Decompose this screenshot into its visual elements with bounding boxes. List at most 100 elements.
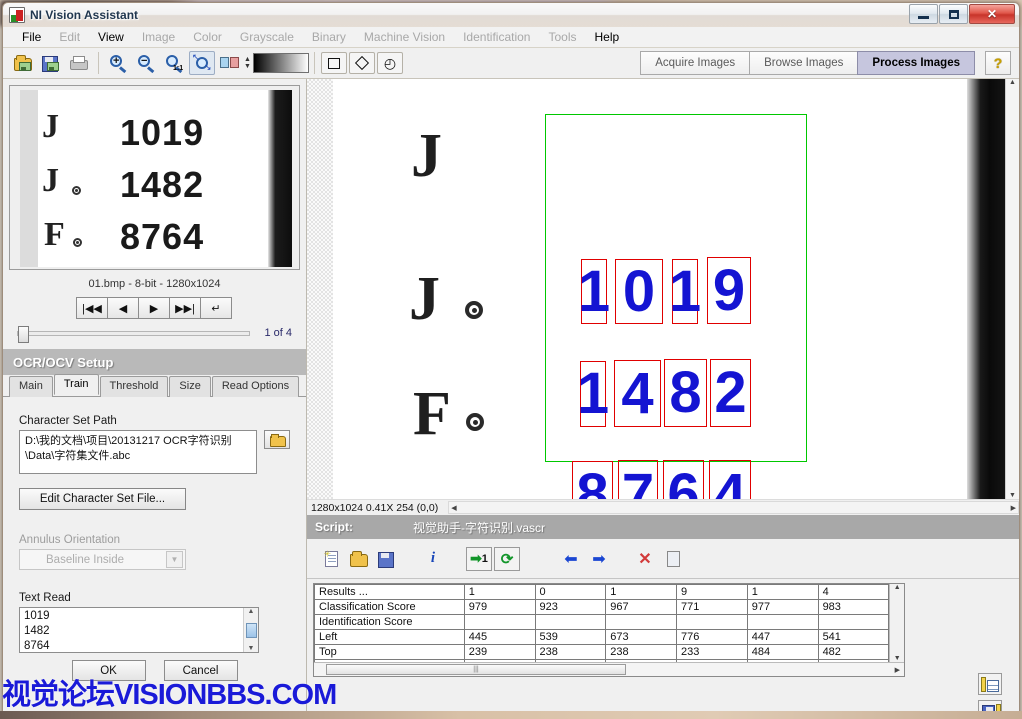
new-script-icon: ✳	[325, 551, 338, 567]
annulus-orientation-dropdown[interactable]: Baseline Inside ▼	[19, 549, 186, 570]
image-caption: 01.bmp - 8-bit - 1280x1024	[3, 278, 306, 290]
zoom-1to1-label: 1:1	[173, 65, 183, 72]
scroll-thumb[interactable]: |||	[326, 664, 626, 675]
minimize-button[interactable]	[909, 4, 938, 24]
menu-grayscale[interactable]: Grayscale	[231, 28, 303, 46]
menu-color[interactable]: Color	[184, 28, 231, 46]
scroll-down-icon[interactable]: ▼	[894, 655, 901, 662]
help-button[interactable]: ?	[985, 51, 1011, 75]
run-continuous-button[interactable]: ⟳	[494, 547, 520, 571]
viewer-canvas[interactable]: J J F 1 0 1 9 1 4 8	[333, 79, 1005, 499]
grayscale-ramp[interactable]	[253, 53, 309, 73]
row-value: 983	[818, 600, 889, 615]
scroll-up-icon[interactable]: ▲	[1009, 79, 1016, 86]
image-viewer[interactable]: J J F 1 0 1 9 1 4 8	[307, 79, 1019, 499]
scroll-up-icon[interactable]: ▲	[248, 608, 255, 615]
tab-process-images[interactable]: Process Images	[857, 51, 975, 75]
scroll-down-icon[interactable]: ▼	[248, 645, 255, 652]
results-column-4: 9	[677, 585, 748, 600]
menu-binary[interactable]: Binary	[303, 28, 355, 46]
row-value: 923	[535, 600, 606, 615]
previous-step-button[interactable]: ⬅	[558, 547, 584, 571]
first-image-button[interactable]: |◀◀	[76, 297, 108, 319]
viewer-letter-2: J	[409, 264, 440, 335]
save-image-button[interactable]	[38, 51, 64, 75]
menu-tools[interactable]: Tools	[539, 28, 585, 46]
scroll-up-icon[interactable]: ▲	[894, 584, 901, 591]
row-value: 233	[677, 645, 748, 660]
menu-help[interactable]: Help	[586, 28, 629, 46]
row-value: 673	[606, 630, 677, 645]
menu-identification[interactable]: Identification	[454, 28, 539, 46]
slider-knob[interactable]	[18, 326, 29, 343]
row-value: 539	[535, 630, 606, 645]
zoom-out-button[interactable]: −	[133, 51, 159, 75]
row-value: 967	[606, 600, 677, 615]
tab-read-options[interactable]: Read Options	[212, 376, 299, 397]
new-script-button[interactable]: ✳	[318, 547, 344, 571]
row-value	[464, 615, 535, 630]
tab-threshold[interactable]: Threshold	[100, 376, 169, 397]
image-thumbnail-panel[interactable]: J J F 1019 1482 8764	[9, 85, 300, 270]
open-image-button[interactable]	[10, 51, 36, 75]
copy-step-button[interactable]	[660, 547, 686, 571]
character-set-path-input[interactable]: D:\我的文档\项目\20131217 OCR字符识别\Data\字符集文件.a…	[19, 430, 257, 474]
ocr-char: 7	[618, 460, 658, 499]
row-label: Top	[315, 645, 465, 660]
next-step-button[interactable]: ➡	[586, 547, 612, 571]
color-palette-button[interactable]	[217, 51, 243, 75]
chevron-down-icon: ▼	[166, 551, 183, 568]
menu-view[interactable]: View	[89, 28, 133, 46]
menu-machine-vision[interactable]: Machine Vision	[355, 28, 454, 46]
delete-step-button[interactable]: ✕	[632, 547, 658, 571]
image-dark-edge	[967, 79, 1005, 499]
script-info-button[interactable]: i	[420, 547, 446, 571]
viewer-vertical-scrollbar[interactable]: ▲ ▼	[1005, 79, 1019, 499]
results-column-5: 1	[747, 585, 818, 600]
print-button[interactable]	[66, 51, 92, 75]
text-read-list[interactable]: 1019 1482 8764 ▲ ▼	[19, 607, 259, 653]
scroll-right-icon[interactable]: ▶	[1009, 504, 1018, 512]
roi-rectangle-button[interactable]	[321, 52, 347, 74]
text-read-scrollbar[interactable]: ▲ ▼	[243, 608, 258, 652]
next-image-button[interactable]: ▶	[138, 297, 170, 319]
edit-character-set-button[interactable]: Edit Character Set File...	[19, 488, 186, 510]
results-vertical-scrollbar[interactable]: ▲ ▼	[889, 584, 904, 662]
last-image-button[interactable]: ▶▶|	[169, 297, 201, 319]
tab-browse-images[interactable]: Browse Images	[749, 51, 858, 75]
scroll-right-icon[interactable]: ▶	[895, 666, 900, 674]
ocr-char: 2	[710, 359, 751, 427]
menu-image[interactable]: Image	[133, 28, 184, 46]
results-horizontal-scrollbar[interactable]: ||| ▶	[314, 662, 904, 676]
scroll-left-icon[interactable]: ◀	[449, 504, 458, 512]
palette-spinner[interactable]: ▲▼	[244, 56, 251, 70]
previous-image-button[interactable]: ◀	[107, 297, 139, 319]
zoom-fit-button[interactable]: ↖ ↘	[189, 51, 215, 75]
menu-edit[interactable]: Edit	[50, 28, 89, 46]
row-value: 239	[464, 645, 535, 660]
maximize-button[interactable]	[939, 4, 968, 24]
scroll-down-icon[interactable]: ▼	[1009, 492, 1016, 499]
close-button[interactable]: ✕	[969, 4, 1015, 24]
tab-main[interactable]: Main	[9, 376, 53, 397]
zoom-in-button[interactable]: +	[105, 51, 131, 75]
scroll-thumb[interactable]	[246, 623, 257, 638]
zoom-1to1-button[interactable]: 1:1	[161, 51, 187, 75]
open-script-button[interactable]	[346, 547, 372, 571]
viewer-horizontal-scrollbar[interactable]: ◀ ▶	[448, 501, 1019, 514]
roi-rotated-rectangle-button[interactable]	[349, 52, 375, 74]
save-script-button[interactable]	[374, 547, 400, 571]
image-position-slider[interactable]	[17, 331, 250, 336]
roi-annulus-button[interactable]: ◴	[377, 52, 403, 74]
export-to-spreadsheet-button[interactable]	[978, 673, 1002, 695]
next-step-icon: ➡	[592, 549, 605, 569]
browse-character-set-button[interactable]	[264, 430, 290, 449]
toolbar-separator-1	[98, 52, 99, 74]
loop-image-button[interactable]: ↵	[200, 297, 232, 319]
tab-size[interactable]: Size	[169, 376, 210, 397]
menu-bar: File Edit View Image Color Grayscale Bin…	[3, 27, 1019, 48]
tab-acquire-images[interactable]: Acquire Images	[640, 51, 750, 75]
menu-file[interactable]: File	[13, 28, 50, 46]
tab-train[interactable]: Train	[54, 374, 99, 395]
run-once-button[interactable]: ➡1	[466, 547, 492, 571]
